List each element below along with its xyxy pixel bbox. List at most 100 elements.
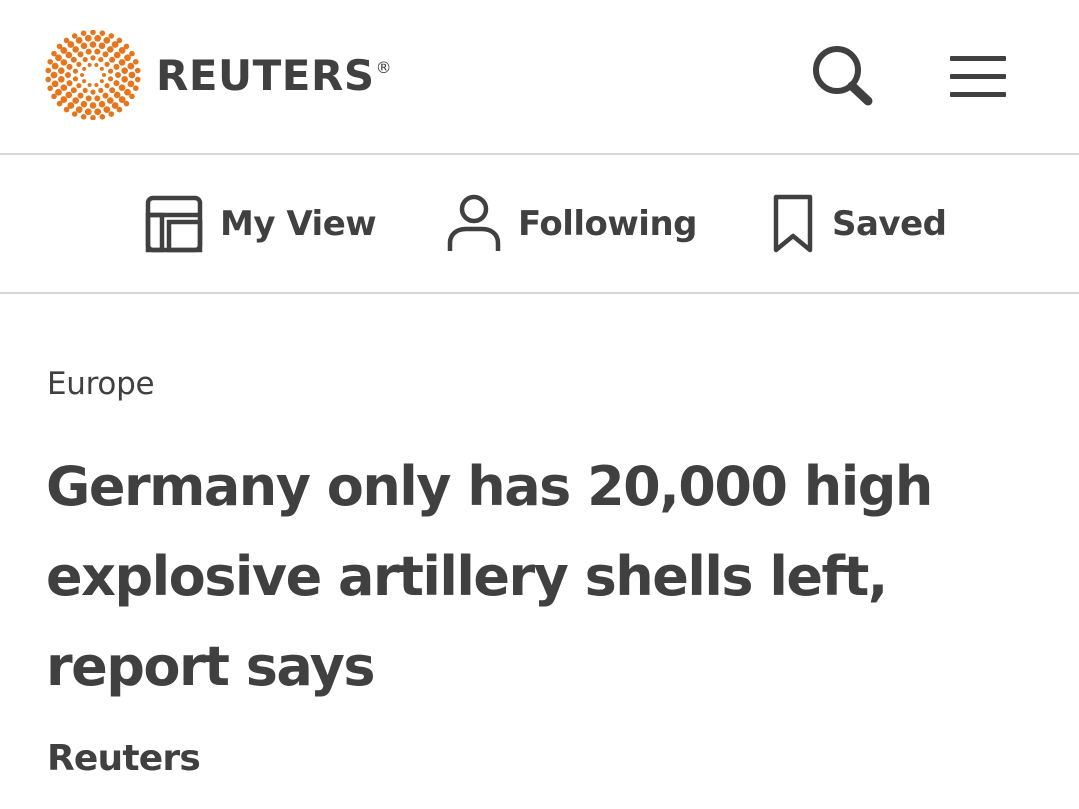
logo-dot: [113, 80, 120, 87]
logo-dot: [82, 87, 88, 94]
logo-dot: [118, 84, 126, 91]
logo-dot: [94, 82, 99, 87]
logo-dot: [127, 62, 135, 70]
logo-dot: [102, 73, 106, 77]
logo-dot: [133, 58, 139, 65]
following-link[interactable]: Following: [446, 193, 697, 255]
logo-dot: [94, 34, 102, 42]
logo-dot: [107, 76, 114, 82]
logo-dot: [47, 85, 53, 92]
logo-dot: [94, 63, 99, 68]
logo-dot: [80, 73, 84, 77]
logo-dot: [123, 100, 130, 107]
logo-dot: [63, 37, 70, 44]
logo-dot: [77, 51, 84, 58]
logo-dot: [116, 37, 123, 44]
following-label: Following: [518, 204, 697, 244]
logo-dot: [51, 50, 57, 57]
logo-dot: [102, 51, 109, 58]
logo-dot: [134, 76, 141, 83]
logo-dot: [128, 71, 136, 79]
logo-dot: [121, 67, 128, 74]
logo-dot: [51, 62, 59, 70]
logo-dot: [98, 100, 106, 108]
logo-dot: [84, 108, 92, 116]
logo-dot: [76, 61, 82, 67]
logo-dot: [50, 71, 58, 79]
logo-dot: [47, 58, 53, 65]
logo-dot: [108, 111, 115, 117]
logo-dot: [115, 72, 121, 78]
logo-dot: [121, 76, 128, 83]
article-byline[interactable]: Reuters: [47, 738, 201, 779]
logo-dot: [70, 56, 77, 63]
logo-dot: [75, 36, 83, 44]
logo-dot: [102, 92, 109, 99]
saved-label: Saved: [832, 204, 947, 244]
logo-dot: [87, 82, 92, 87]
logo-dot: [94, 108, 102, 116]
logo-dot: [60, 59, 68, 66]
account-nav: My View Following Saved: [0, 155, 1079, 294]
logo-dot: [123, 43, 130, 50]
logo-dot: [56, 100, 63, 107]
logo-dot: [51, 93, 57, 100]
logo-dot: [94, 48, 101, 55]
logo-dot: [77, 92, 84, 99]
logo-dot: [72, 46, 79, 53]
search-icon[interactable]: [806, 40, 878, 112]
logo-dot: [82, 66, 87, 71]
logo-dot: [70, 87, 77, 94]
logo-dot: [85, 48, 92, 55]
logo-dot: [94, 95, 101, 102]
logo-dot: [98, 87, 104, 94]
logo-dot: [89, 102, 97, 109]
logo-dot: [72, 97, 79, 104]
logo-dot: [45, 76, 52, 83]
logo-dot: [107, 68, 114, 74]
saved-link[interactable]: Saved: [772, 193, 947, 255]
reuters-logo-icon: [45, 30, 141, 120]
section-link[interactable]: Europe: [47, 366, 155, 402]
layout-icon: [145, 195, 203, 253]
logo-dot: [80, 42, 88, 50]
logo-dot: [133, 85, 139, 92]
logo-dot: [99, 66, 104, 71]
logo-dot: [82, 79, 87, 84]
registered-mark: ®: [375, 58, 393, 77]
logo-dot: [103, 36, 111, 44]
logo-dot: [71, 111, 78, 117]
logo-dot: [99, 114, 106, 120]
logo-dot: [45, 67, 52, 74]
site-header: REUTERS®: [0, 0, 1079, 155]
hamburger-menu-icon[interactable]: [944, 44, 1012, 108]
logo-dot: [58, 76, 65, 83]
logo-dot: [98, 42, 106, 50]
logo-dot: [104, 83, 110, 89]
my-view-link[interactable]: My View: [144, 193, 377, 255]
person-icon: [447, 194, 501, 251]
logo-dot: [104, 61, 110, 67]
logo-dot: [85, 95, 92, 102]
logo-dot: [109, 56, 116, 63]
logo-dot: [113, 51, 121, 59]
logo-dot: [109, 87, 116, 94]
logo-dot: [66, 63, 73, 70]
logo-dot: [90, 114, 96, 120]
logo-dot: [99, 79, 104, 84]
reuters-logo[interactable]: REUTERS®: [45, 30, 392, 120]
logo-dot: [107, 97, 114, 104]
logo-dot: [65, 91, 73, 99]
logo-dot: [80, 30, 87, 36]
logo-dot: [134, 67, 141, 74]
logo-dot: [99, 30, 106, 36]
logo-dot: [108, 33, 115, 39]
logo-dot: [60, 84, 68, 91]
logo-dot: [90, 89, 96, 95]
logo-dot: [65, 51, 73, 59]
logo-dot: [103, 106, 111, 114]
logo-dot: [129, 50, 135, 57]
logo-dot: [63, 106, 70, 113]
logo-dot: [76, 83, 82, 89]
logo-dot: [56, 43, 63, 50]
